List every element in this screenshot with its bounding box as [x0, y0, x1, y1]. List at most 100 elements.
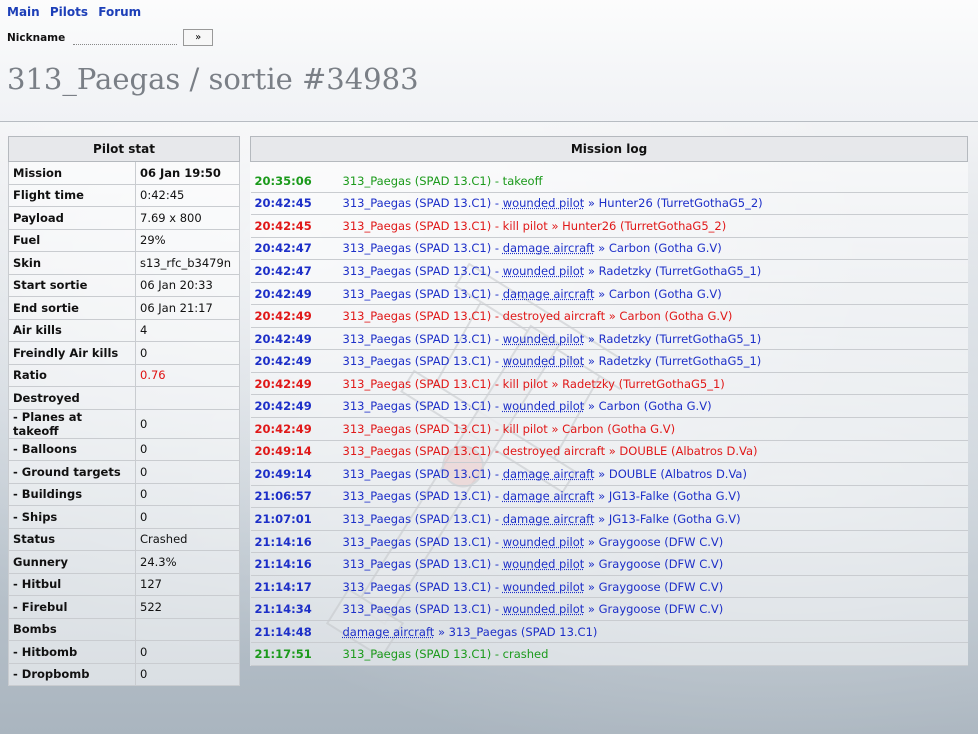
log-event-action-link[interactable]: wounded pilot — [503, 602, 585, 616]
log-row: 21:14:16 313_Paegas (SPAD 13.C1) - wounde… — [250, 552, 968, 576]
log-event-text: 313_Paegas (SPAD 13.C1) - — [342, 354, 503, 369]
log-row: 21:06:57 313_Paegas (SPAD 13.C1) - damage… — [250, 485, 968, 509]
log-row: 20:42:49 313_Paegas (SPAD 13.C1) - wounde… — [250, 394, 968, 419]
log-event-action-link[interactable]: damage aircraft — [503, 489, 595, 503]
stat-label: - Hitbomb — [8, 640, 136, 664]
stat-value: 06 Jan 19:50 — [135, 161, 240, 185]
mission-log-header: Mission log — [250, 136, 968, 162]
stat-row: Destroyed — [8, 386, 240, 410]
stat-value: s13_rfc_b3479n — [135, 251, 240, 275]
stat-row: Air kills 4 — [8, 318, 240, 342]
stat-label: - Ships — [8, 505, 136, 529]
log-time: 21:14:34 — [250, 597, 339, 621]
log-event-action-link[interactable]: wounded pilot — [503, 535, 585, 549]
log-time: 20:42:45 — [250, 214, 339, 238]
stat-value: 0 — [135, 437, 240, 461]
log-row: 21:14:34 313_Paegas (SPAD 13.C1) - wounde… — [250, 597, 968, 621]
stat-row: - Ground targets 0 — [8, 460, 240, 484]
stat-row: - Buildings 0 — [8, 482, 240, 506]
log-time: 21:14:16 — [250, 530, 339, 554]
log-event: 313_Paegas (SPAD 13.C1) - destroyed airc… — [338, 440, 968, 464]
log-event: 313_Paegas (SPAD 13.C1) - kill pilot » H… — [338, 214, 968, 238]
stat-row: Skin s13_rfc_b3479n — [8, 251, 240, 275]
stat-row: Ratio 0.76 — [8, 363, 240, 387]
nickname-form: Nickname » — [7, 29, 214, 46]
log-row: 21:14:17 313_Paegas (SPAD 13.C1) - wounde… — [250, 575, 968, 599]
stat-row: Flight time 0:42:45 — [8, 183, 240, 207]
log-event-action-link[interactable]: wounded pilot — [503, 264, 585, 278]
nav-main-link[interactable]: Main — [7, 5, 40, 19]
log-event-target: » Radetzky (TurretGothaG5_1) — [584, 263, 762, 278]
stat-label: - Planes at takeoff — [8, 408, 136, 439]
log-event-action-link[interactable]: wounded pilot — [503, 580, 585, 594]
log-event: 313_Paegas (SPAD 13.C1) - kill pilot » R… — [338, 372, 968, 396]
stat-row: - Ships 0 — [8, 505, 240, 529]
log-row: 20:42:49 313_Paegas (SPAD 13.C1) - damage… — [250, 282, 968, 306]
log-row: 21:07:01 313_Paegas (SPAD 13.C1) - damage… — [250, 507, 968, 531]
stat-label: - Ground targets — [8, 460, 136, 484]
stat-value: 0.76 — [135, 363, 240, 387]
log-event: 313_Paegas (SPAD 13.C1) - wounded pilot … — [338, 530, 968, 554]
log-event-text: 313_Paegas (SPAD 13.C1) - — [342, 286, 503, 301]
log-time: 21:07:01 — [250, 507, 339, 531]
stat-label: Bombs — [8, 617, 136, 641]
log-time: 21:14:16 — [250, 552, 339, 576]
log-event-text: 313_Paegas (SPAD 13.C1) - kill pilot » H… — [342, 218, 727, 233]
log-event-action-link[interactable]: wounded pilot — [503, 196, 585, 210]
log-event-action-link[interactable]: damage aircraft — [503, 287, 595, 301]
log-event: damage aircraft » 313_Paegas (SPAD 13.C1… — [338, 620, 968, 644]
log-event-target: » JG13-Falke (Gotha G.V) — [594, 511, 741, 526]
log-event-action-link[interactable]: damage aircraft — [503, 241, 595, 255]
log-row: 21:17:51 313_Paegas (SPAD 13.C1) - crashe… — [250, 642, 968, 667]
nickname-input[interactable] — [73, 30, 178, 45]
pilot-stat-header: Pilot stat — [8, 136, 240, 162]
log-row: 21:14:16 313_Paegas (SPAD 13.C1) - wounde… — [250, 530, 968, 554]
log-event: 313_Paegas (SPAD 13.C1) - wounded pilot … — [338, 349, 968, 373]
log-event-action-link[interactable]: wounded pilot — [503, 557, 585, 571]
stat-value: 522 — [135, 595, 240, 619]
log-event-action-link[interactable]: damage aircraft — [503, 467, 595, 481]
log-event: 313_Paegas (SPAD 13.C1) - kill pilot » C… — [338, 417, 968, 441]
log-event: 313_Paegas (SPAD 13.C1) - wounded pilot … — [338, 327, 968, 351]
log-event-action-link[interactable]: damage aircraft — [503, 512, 595, 526]
stat-label: - Buildings — [8, 482, 136, 506]
log-event-action-link[interactable]: wounded pilot — [503, 332, 585, 346]
log-event-text: 313_Paegas (SPAD 13.C1) - — [342, 466, 503, 481]
log-event-action-link[interactable]: damage aircraft — [343, 625, 435, 639]
log-time: 20:42:49 — [250, 417, 339, 441]
page-title: 313_Paegas / sortie #34983 — [7, 62, 419, 96]
log-event-action-link[interactable]: wounded pilot — [503, 354, 585, 368]
nav-forum-link[interactable]: Forum — [98, 5, 141, 19]
log-row: 20:42:49 313_Paegas (SPAD 13.C1) - destro… — [250, 304, 968, 328]
log-event-target: » Graygoose (DFW C.V) — [584, 602, 724, 617]
log-event: 313_Paegas (SPAD 13.C1) - takeoff — [338, 170, 968, 193]
stat-value: 29% — [135, 228, 240, 252]
stat-label: Fuel — [8, 228, 136, 252]
log-event: 313_Paegas (SPAD 13.C1) - damage aircraf… — [338, 462, 968, 486]
stat-value: Crashed — [135, 527, 240, 551]
stat-value: 0 — [135, 505, 240, 529]
log-event: 313_Paegas (SPAD 13.C1) - wounded pilot … — [338, 552, 968, 576]
log-row: 20:42:49 313_Paegas (SPAD 13.C1) - wounde… — [250, 349, 968, 373]
stat-label: Payload — [8, 206, 136, 230]
stat-value: 0 — [135, 640, 240, 664]
log-event-target: » Radetzky (TurretGothaG5_1) — [584, 331, 762, 346]
stat-value — [135, 617, 240, 641]
log-event-target: » JG13-Falke (Gotha G.V) — [594, 489, 741, 504]
page-header: Main Pilots Forum Nickname » 313_Paegas … — [0, 0, 978, 122]
log-event-text: 313_Paegas (SPAD 13.C1) - — [342, 263, 503, 278]
stat-value: 0 — [135, 482, 240, 506]
stat-label: Air kills — [8, 318, 136, 342]
log-event-text: 313_Paegas (SPAD 13.C1) - — [342, 196, 503, 211]
nickname-submit-button[interactable]: » — [183, 29, 214, 46]
log-event-action-link[interactable]: wounded pilot — [503, 399, 585, 413]
stat-value: 0 — [135, 460, 240, 484]
stat-value: 0 — [135, 408, 240, 439]
nav-pilots-link[interactable]: Pilots — [50, 5, 88, 19]
stat-value: 24.3% — [135, 550, 240, 574]
log-event-target: » Graygoose (DFW C.V) — [584, 557, 724, 572]
stat-value: 0 — [135, 662, 240, 686]
log-time: 20:42:49 — [250, 372, 339, 396]
stat-value: 7.69 x 800 — [135, 206, 240, 230]
stat-label: Status — [8, 527, 136, 551]
